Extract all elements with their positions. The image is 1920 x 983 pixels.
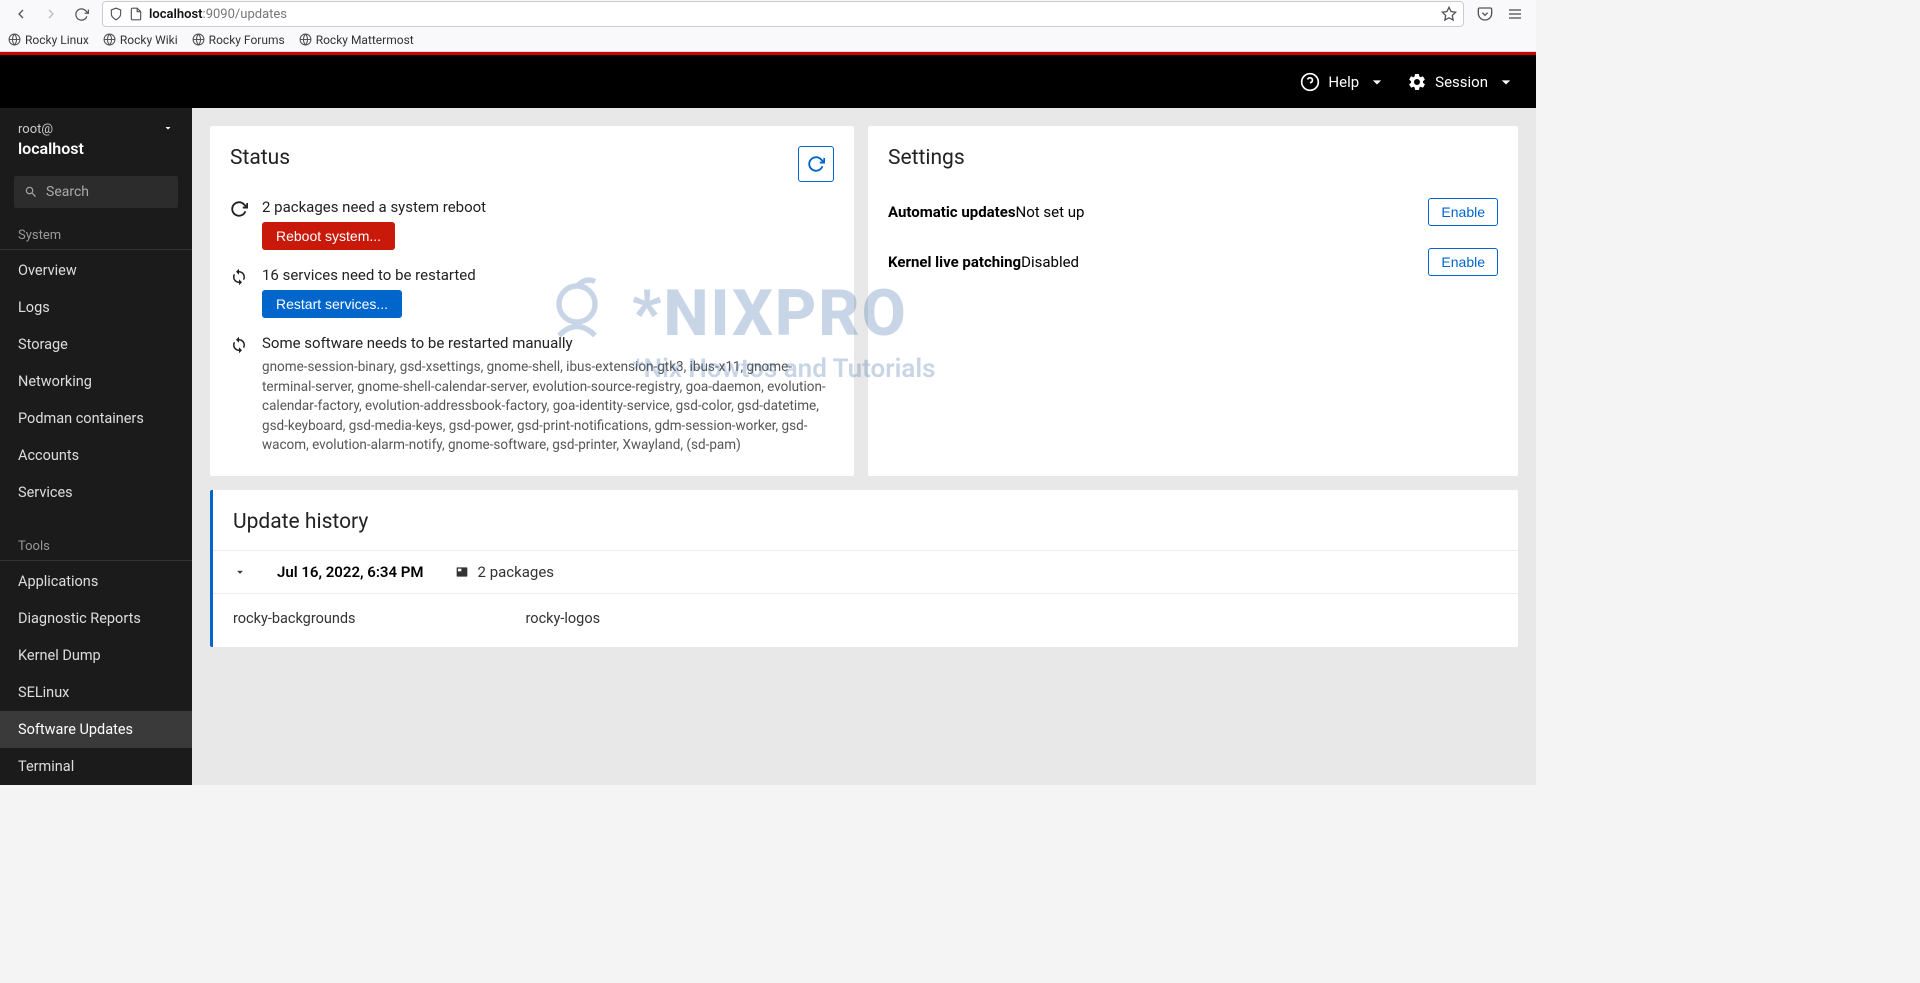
enable-kernel-patching-button[interactable]: Enable bbox=[1428, 248, 1498, 276]
nav-section-tools: Tools bbox=[0, 529, 192, 561]
manual-software-list: gnome-session-binary, gsd-xsettings, gno… bbox=[262, 358, 834, 456]
sidebar: root@ localhost Search System OverviewLo… bbox=[0, 108, 192, 785]
status-title: Status bbox=[230, 146, 290, 170]
sidebar-item-terminal[interactable]: Terminal bbox=[0, 748, 192, 785]
chevron-down-icon bbox=[233, 565, 247, 579]
sidebar-item-storage[interactable]: Storage bbox=[0, 326, 192, 363]
kernel-patching-label: Kernel live patchingDisabled bbox=[888, 253, 1079, 271]
status-card: Status 2 packages need a system reboot R… bbox=[210, 126, 854, 476]
hamburger-button[interactable] bbox=[1502, 1, 1528, 27]
host-selector[interactable]: root@ localhost bbox=[0, 108, 192, 172]
shield-icon bbox=[109, 7, 123, 21]
history-package: rocky-backgrounds bbox=[233, 610, 356, 627]
restart-message: 16 services need to be restarted bbox=[262, 266, 834, 284]
refresh-icon bbox=[807, 155, 825, 173]
auto-updates-label: Automatic updatesNot set up bbox=[888, 203, 1084, 221]
reboot-message: 2 packages need a system reboot bbox=[262, 198, 834, 216]
bookmark-rocky-mattermost[interactable]: Rocky Mattermost bbox=[299, 33, 414, 47]
history-package-count: 2 packages bbox=[454, 563, 554, 581]
chevron-down-icon bbox=[1496, 72, 1516, 92]
help-menu[interactable]: Help bbox=[1300, 72, 1387, 92]
gear-icon bbox=[1407, 72, 1427, 92]
reboot-button[interactable]: Reboot system... bbox=[262, 222, 395, 250]
enable-auto-updates-button[interactable]: Enable bbox=[1428, 198, 1498, 226]
main-content: *NIXPRO *Nix Howtos and Tutorials Status… bbox=[192, 108, 1536, 785]
sidebar-item-overview[interactable]: Overview bbox=[0, 252, 192, 289]
chevron-down-icon bbox=[1367, 72, 1387, 92]
sidebar-item-accounts[interactable]: Accounts bbox=[0, 437, 192, 474]
back-button[interactable] bbox=[8, 1, 34, 27]
reload-button[interactable] bbox=[68, 1, 94, 27]
search-placeholder: Search bbox=[46, 184, 89, 200]
forward-button[interactable] bbox=[38, 1, 64, 27]
host-user: root@ bbox=[18, 122, 84, 137]
manual-message: Some software needs to be restarted manu… bbox=[262, 334, 834, 352]
browser-toolbar: localhost:9090/updates bbox=[0, 0, 1536, 28]
sidebar-item-applications[interactable]: Applications bbox=[0, 563, 192, 600]
history-card: Update history Jul 16, 2022, 6:34 PM 2 p… bbox=[210, 490, 1518, 647]
settings-title: Settings bbox=[888, 146, 1498, 170]
history-title: Update history bbox=[213, 510, 1518, 534]
pocket-button[interactable] bbox=[1472, 1, 1498, 27]
search-input[interactable]: Search bbox=[14, 176, 178, 208]
bookmark-rocky-wiki[interactable]: Rocky Wiki bbox=[103, 33, 178, 47]
sidebar-item-selinux[interactable]: SELinux bbox=[0, 674, 192, 711]
restart-button[interactable]: Restart services... bbox=[262, 290, 402, 318]
bookmark-rocky-linux[interactable]: Rocky Linux bbox=[8, 33, 89, 47]
bookmarks-bar: Rocky Linux Rocky Wiki Rocky Forums Rock… bbox=[0, 28, 1536, 52]
history-package: rocky-logos bbox=[526, 610, 601, 627]
sidebar-item-diagnostic-reports[interactable]: Diagnostic Reports bbox=[0, 600, 192, 637]
sidebar-item-podman-containers[interactable]: Podman containers bbox=[0, 400, 192, 437]
sidebar-item-services[interactable]: Services bbox=[0, 474, 192, 511]
sidebar-item-software-updates[interactable]: Software Updates bbox=[0, 711, 192, 748]
app-topbar: Help Session bbox=[0, 52, 1536, 108]
manual-icon bbox=[230, 336, 248, 358]
page-icon bbox=[129, 7, 143, 21]
url-bar[interactable]: localhost:9090/updates bbox=[102, 1, 1464, 27]
sidebar-item-logs[interactable]: Logs bbox=[0, 289, 192, 326]
host-name: localhost bbox=[18, 139, 84, 158]
history-entry-header[interactable]: Jul 16, 2022, 6:34 PM 2 packages bbox=[213, 550, 1518, 594]
session-menu[interactable]: Session bbox=[1407, 72, 1516, 92]
sidebar-item-kernel-dump[interactable]: Kernel Dump bbox=[0, 637, 192, 674]
star-icon[interactable] bbox=[1441, 6, 1457, 22]
settings-card: Settings Automatic updatesNot set up Ena… bbox=[868, 126, 1518, 476]
sidebar-item-networking[interactable]: Networking bbox=[0, 363, 192, 400]
bookmark-rocky-forums[interactable]: Rocky Forums bbox=[192, 33, 285, 47]
help-icon bbox=[1300, 72, 1320, 92]
history-date: Jul 16, 2022, 6:34 PM bbox=[277, 563, 424, 581]
restart-icon bbox=[230, 268, 248, 290]
nav-section-system: System bbox=[0, 218, 192, 250]
reboot-icon bbox=[230, 200, 248, 222]
search-icon bbox=[24, 185, 38, 199]
refresh-button[interactable] bbox=[798, 146, 834, 182]
chevron-down-icon bbox=[162, 122, 174, 134]
package-icon bbox=[454, 564, 470, 580]
url-text: localhost:9090/updates bbox=[149, 7, 1435, 22]
